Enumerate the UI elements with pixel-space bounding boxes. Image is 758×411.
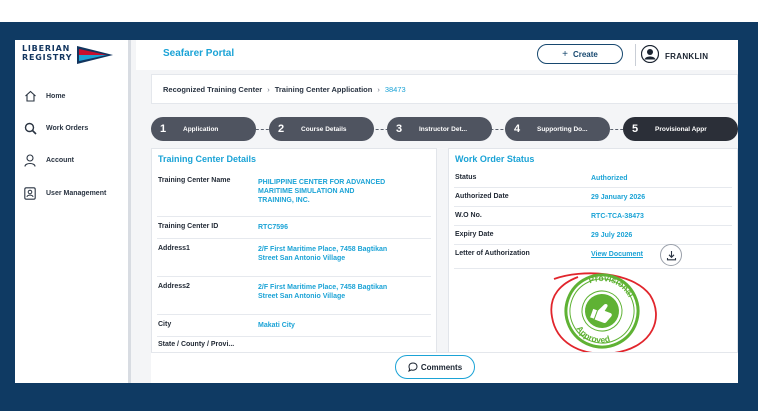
row-value: 2/F First Maritime Place, 7458 Bagtikan … [258, 284, 388, 300]
row-value: 29 July 2026 [591, 232, 633, 239]
create-label: Create [572, 49, 598, 59]
header-divider [635, 44, 636, 66]
app-window: LIBERIAN REGISTRY Home Work Orders Accou… [15, 40, 738, 383]
user-management-icon [23, 186, 37, 200]
sidebar-item-user-management[interactable]: User Management [23, 185, 106, 201]
row-label: Status [455, 174, 477, 181]
progress-stepper: 1 Application 2 Course Details 3 Instruc… [151, 117, 738, 143]
provisional-approved-stamp: Provisional Approved [550, 266, 657, 355]
status-row: Status Authorized [454, 169, 732, 188]
step-label: Instructor Det... [419, 125, 468, 133]
detail-row: Training Center Name PHILIPPINE CENTER F… [157, 173, 431, 217]
detail-row: City Makati City [157, 315, 431, 337]
sidebar-item-label: Account [46, 156, 74, 164]
row-label: Letter of Authorization [455, 250, 530, 257]
page-title: Seafarer Portal [163, 48, 235, 59]
user-icon [23, 153, 37, 167]
step-number: 1 [159, 123, 167, 135]
step-label: Supporting Do... [537, 125, 588, 133]
card-title: Work Order Status [455, 154, 535, 164]
create-button[interactable]: + Create [537, 44, 623, 64]
step-label: Course Details [301, 125, 347, 133]
sidebar-item-label: Home [46, 92, 66, 100]
step-number: 2 [277, 123, 285, 135]
comments-button[interactable]: Comments [395, 355, 475, 379]
download-icon [666, 250, 676, 260]
comments-label: Comments [420, 362, 463, 372]
step-application[interactable]: 1 Application [151, 117, 256, 141]
breadcrumb-current: 38473 [384, 84, 406, 94]
chevron-right-icon: › [377, 84, 380, 94]
breadcrumb-item[interactable]: Recognized Training Center [163, 85, 262, 94]
row-value: PHILIPPINE CENTER FOR ADVANCED MARITIME … [258, 179, 386, 204]
row-label: Training Center ID [158, 223, 219, 230]
row-label: State / County / Provi... [158, 341, 235, 348]
detail-row: Address1 2/F First Maritime Place, 7458 … [157, 239, 431, 277]
sidebar: LIBERIAN REGISTRY Home Work Orders Accou… [15, 40, 131, 383]
step-course-details[interactable]: 2 Course Details [269, 117, 374, 141]
training-center-details-card: Training Center Details Training Center … [151, 148, 437, 383]
step-number: 4 [513, 123, 521, 135]
step-provisional-approval[interactable]: 5 Provisional Appr [623, 117, 738, 141]
row-label: City [158, 321, 172, 328]
row-value: Makati City [258, 322, 295, 329]
home-icon [23, 89, 37, 103]
card-title: Training Center Details [158, 154, 257, 164]
row-value: RTC7596 [258, 224, 288, 231]
breadcrumb-item[interactable]: Training Center Application [275, 85, 373, 94]
row-label: Expiry Date [455, 231, 494, 238]
step-supporting-documents[interactable]: 4 Supporting Do... [505, 117, 610, 141]
row-label: Address2 [158, 283, 190, 290]
logo-flag-icon [77, 46, 113, 64]
status-row: Expiry Date 29 July 2026 [454, 226, 732, 245]
status-row: Authorized Date 29 January 2026 [454, 188, 732, 207]
sidebar-item-work-orders[interactable]: Work Orders [23, 120, 88, 136]
step-label: Application [183, 125, 219, 133]
avatar-icon [640, 44, 660, 68]
step-instructor-details[interactable]: 3 Instructor Det... [387, 117, 492, 141]
step-number: 5 [631, 123, 639, 135]
sidebar-item-home[interactable]: Home [23, 88, 65, 104]
sidebar-item-account[interactable]: Account [23, 152, 74, 168]
row-value: Authorized [591, 175, 628, 182]
comment-icon [408, 362, 418, 372]
row-label: Address1 [158, 245, 190, 252]
row-label: W.O No. [455, 212, 482, 219]
top-header: Seafarer Portal + Create FRANKLIN [136, 40, 738, 70]
row-label: Authorized Date [455, 193, 509, 200]
detail-row: Address2 2/F First Maritime Place, 7458 … [157, 277, 431, 315]
user-name: FRANKLIN [665, 52, 709, 61]
chevron-right-icon: › [267, 84, 270, 94]
sidebar-item-label: Work Orders [46, 124, 89, 132]
view-document-link[interactable]: View Document [591, 250, 643, 259]
download-button[interactable] [660, 244, 682, 266]
row-value: 2/F First Maritime Place, 7458 Bagtikan … [258, 246, 388, 262]
row-value: 29 January 2026 [591, 194, 646, 201]
plus-icon: + [562, 48, 568, 60]
user-menu[interactable]: FRANKLIN [640, 44, 709, 68]
detail-row: Training Center ID RTC7596 [157, 217, 431, 239]
step-label: Provisional Appr [655, 125, 707, 133]
step-number: 3 [395, 123, 403, 135]
sidebar-item-label: User Management [46, 189, 107, 197]
status-row: W.O No. RTC-TCA-38473 [454, 207, 732, 226]
row-label: Training Center Name [158, 177, 231, 184]
search-icon [23, 121, 37, 135]
row-value: RTC-TCA-38473 [591, 213, 644, 220]
work-order-status-card: Work Order Status Status Authorized Auth… [448, 148, 738, 383]
breadcrumb: Recognized Training Center › Training Ce… [151, 74, 738, 104]
liberian-registry-logo[interactable]: LIBERIAN REGISTRY [22, 44, 113, 68]
